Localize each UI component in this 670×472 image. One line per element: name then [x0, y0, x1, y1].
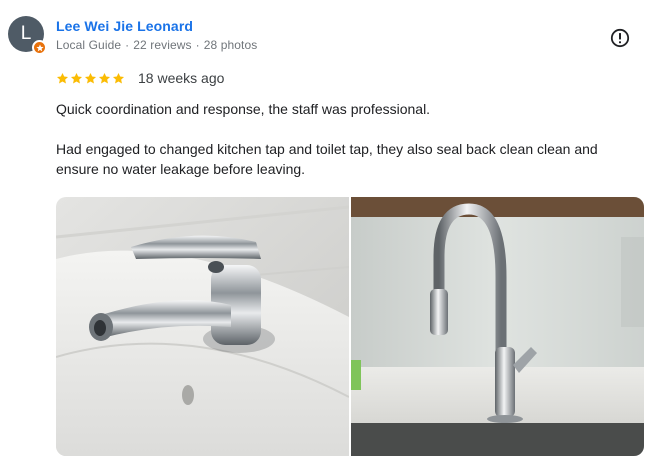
review-paragraph: Quick coordination and response, the sta… [56, 101, 431, 117]
photo-count: 28 photos [203, 38, 258, 52]
review-card: L Lee Wei Jie Leonard Local Guide · 22 rev… [0, 0, 670, 472]
review-count: 22 reviews [133, 38, 192, 52]
review-photo-kitchen-tap[interactable] [351, 197, 644, 456]
local-guide-label: Local Guide [56, 38, 122, 52]
review-text: Quick coordination and response, the sta… [56, 99, 636, 179]
local-guide-badge-icon [32, 40, 47, 55]
reviewer-meta: Local Guide · 22 reviews · 28 photos [56, 38, 257, 52]
review-date: 18 weeks ago [138, 70, 225, 86]
bathroom-tap-image [56, 197, 349, 456]
avatar-initial: L [20, 23, 32, 44]
star-rating [56, 72, 125, 85]
star-icon [84, 72, 97, 83]
review-photos [56, 197, 644, 456]
review-paragraph: Had engaged to changed kitchen tap and t… [56, 141, 598, 177]
star-icon [112, 72, 125, 83]
star-icon [56, 72, 69, 83]
rating-row: 18 weeks ago [56, 70, 224, 86]
kitchen-tap-image [351, 197, 644, 456]
meta-separator: · [125, 38, 130, 52]
star-icon [98, 72, 111, 83]
meta-separator: · [195, 38, 200, 52]
flag-report-icon [610, 28, 630, 48]
star-icon [70, 72, 83, 83]
avatar[interactable]: L [8, 16, 47, 55]
reviewer-name-link[interactable]: Lee Wei Jie Leonard [56, 18, 193, 34]
review-photo-bathroom-tap[interactable] [56, 197, 349, 456]
report-review-button[interactable] [609, 27, 631, 49]
